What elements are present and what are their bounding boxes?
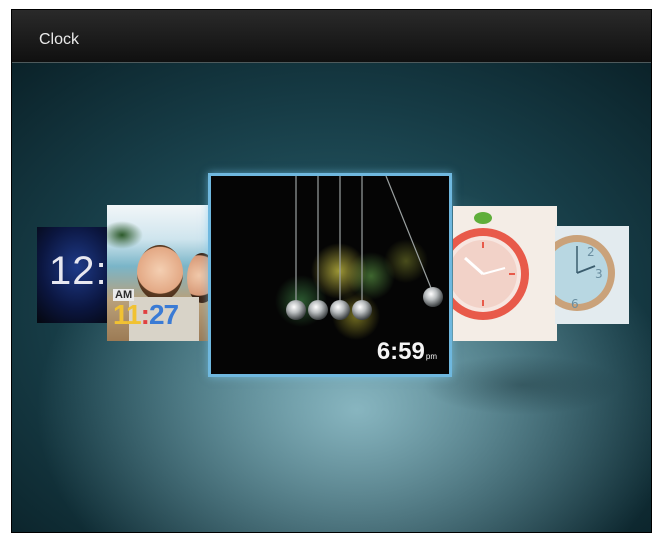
clock-digits: 11:27 [113, 299, 179, 331]
clock-card-newtons-cradle[interactable]: 6:59pm [208, 173, 452, 377]
person-photo [137, 245, 183, 301]
clock-colon: : [140, 299, 150, 330]
clock-minute: 27 [148, 299, 179, 330]
svg-text:6: 6 [571, 297, 579, 311]
clock-card-apple-analog[interactable] [453, 206, 557, 341]
page-title: Clock [39, 31, 80, 48]
clock-time-text: 6:59 [376, 338, 425, 365]
clock-card-dark-digital[interactable]: 12: [37, 227, 109, 323]
clock-screen: Clock 12: AM 11:27 6:59pm 2 3 6 [11, 9, 652, 533]
clock-card-wooden-analog[interactable]: 2 3 6 [555, 226, 629, 324]
clock-hour: 11 [113, 299, 142, 330]
wooden-clock-icon: 2 3 6 [555, 235, 615, 311]
svg-text:2: 2 [587, 245, 595, 259]
top-bar: Clock [12, 10, 651, 63]
floor-shadow [422, 355, 622, 415]
clock-time-display: 6:59pm [377, 338, 437, 366]
apple-clock-icon [453, 212, 529, 320]
svg-text:3: 3 [595, 267, 603, 281]
clock-time-text: 12: [49, 249, 108, 293]
clock-card-beach-photo[interactable]: AM 11:27 [107, 205, 211, 341]
clock-period-label: pm [425, 352, 437, 361]
